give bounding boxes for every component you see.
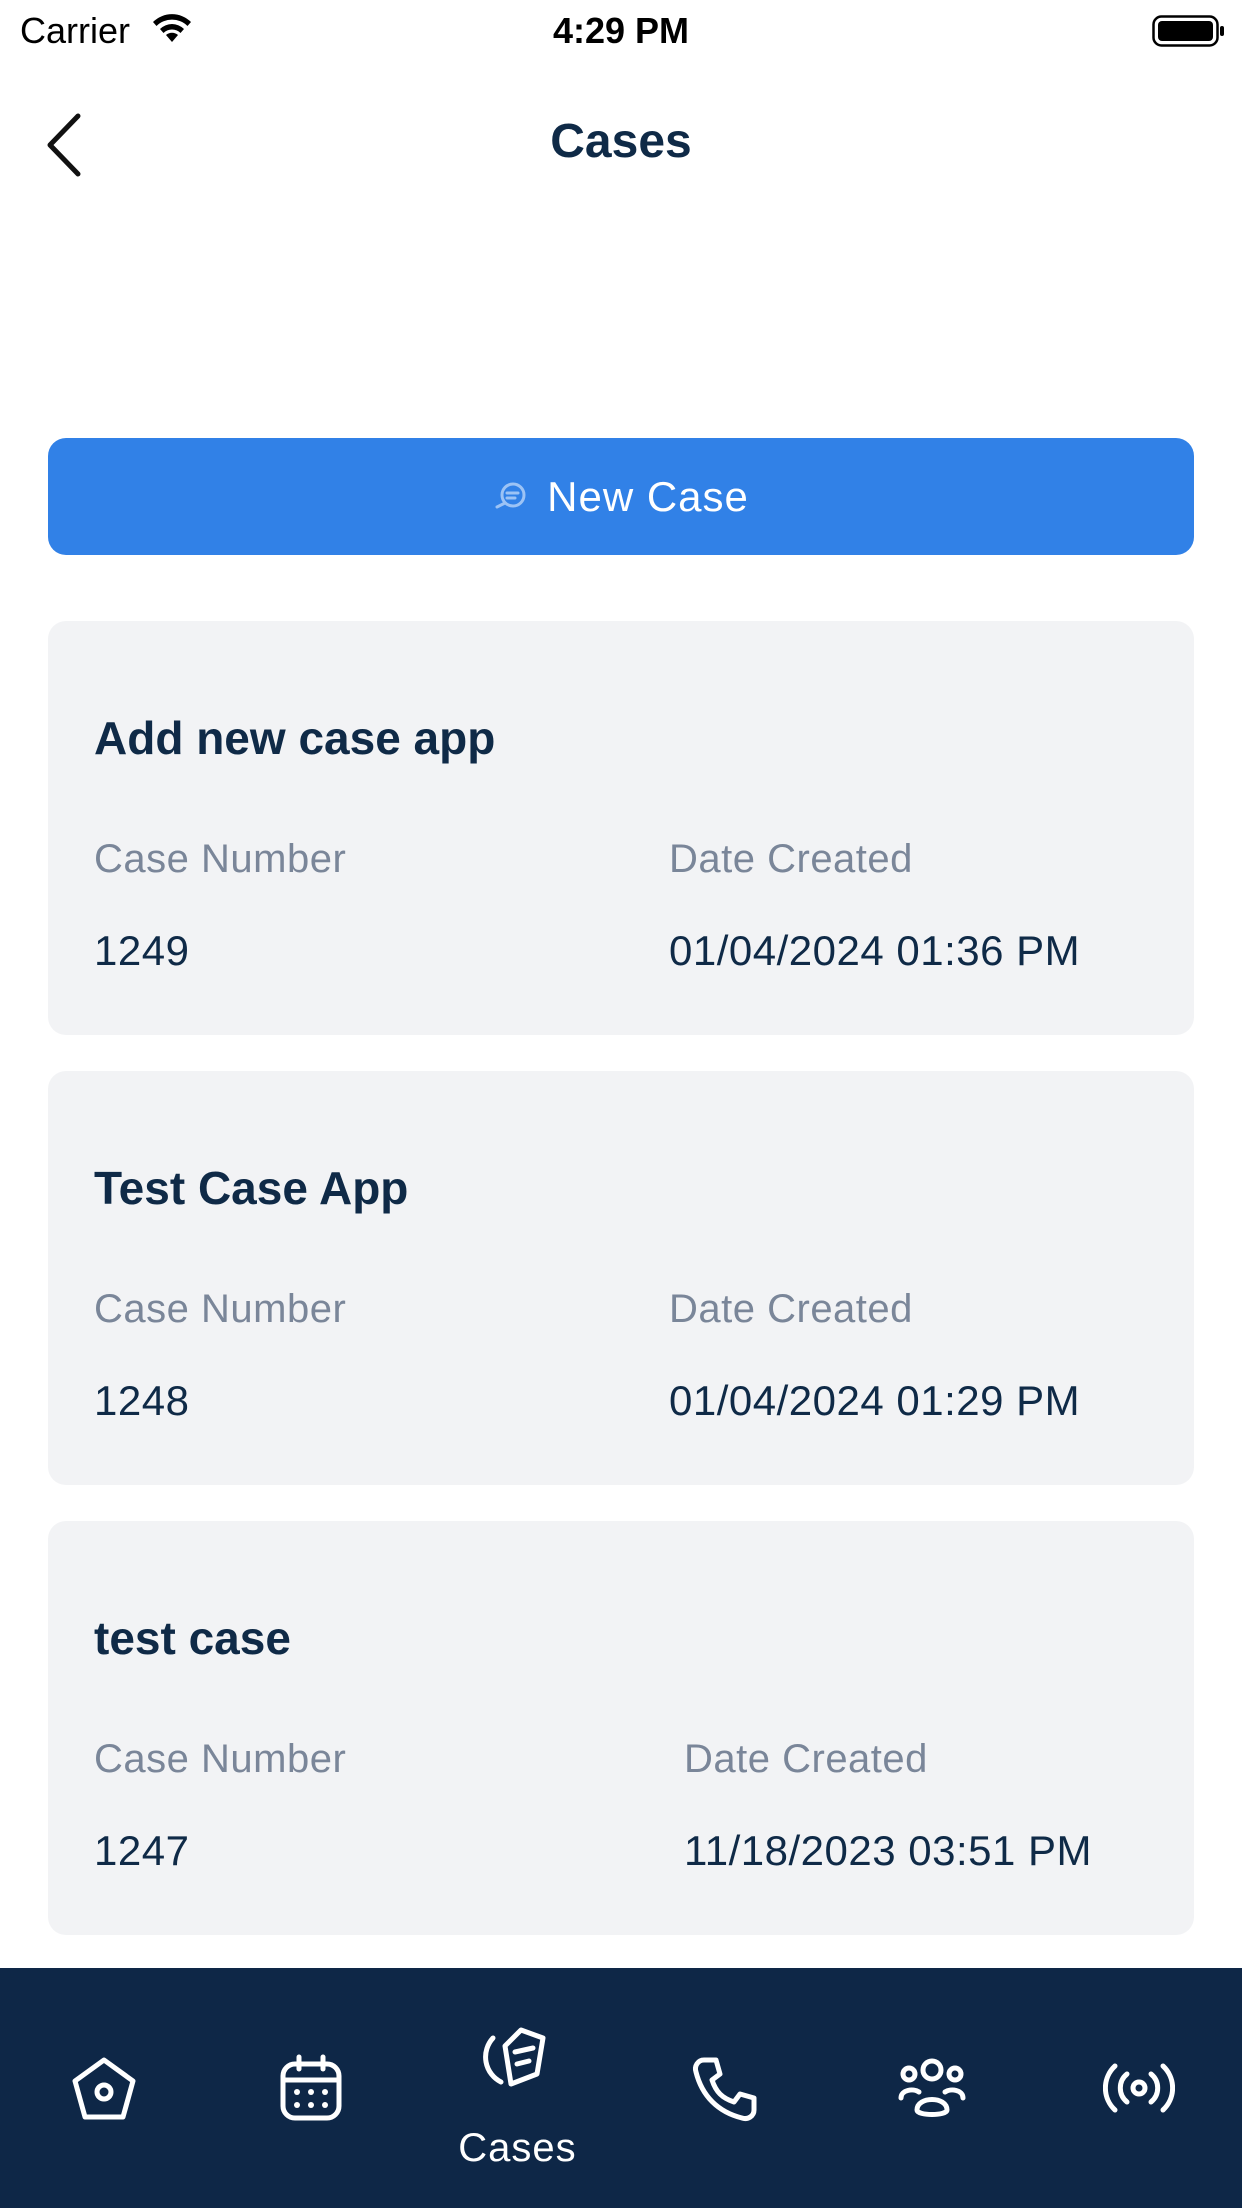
date-created-label: Date Created — [669, 1287, 913, 1331]
tab-calendar[interactable] — [207, 1968, 414, 2208]
case-number-label: Case Number — [94, 1737, 347, 1781]
new-case-button[interactable]: New Case — [48, 438, 1194, 555]
date-created-value: 01/04/2024 01:36 PM — [669, 927, 1081, 974]
new-case-icon — [495, 482, 526, 508]
case-number-value: 1247 — [94, 1827, 190, 1874]
new-case-label: New Case — [547, 472, 749, 520]
case-number-label: Case Number — [94, 1287, 347, 1331]
case-title: Test Case App — [94, 1162, 409, 1214]
case-number-label: Case Number — [94, 837, 347, 881]
tab-broadcast[interactable] — [1035, 1968, 1242, 2208]
phone-icon — [692, 2057, 756, 2121]
case-card[interactable]: Test Case App Case Number Date Created 1… — [48, 1071, 1194, 1485]
case-title: Add new case app — [94, 712, 496, 764]
date-created-label: Date Created — [684, 1737, 928, 1781]
people-icon — [898, 2058, 965, 2117]
case-number-value: 1248 — [94, 1377, 190, 1424]
home-icon — [72, 2057, 135, 2120]
calendar-icon — [280, 2054, 341, 2121]
status-bar: Carrier 4:29 PM — [0, 0, 1242, 62]
tab-cases-label: Cases — [458, 2126, 577, 2170]
cases-icon — [482, 2027, 545, 2087]
case-card[interactable]: Add new case app Case Number Date Create… — [48, 621, 1194, 1035]
tab-people[interactable] — [828, 1968, 1035, 2208]
date-created-value: 01/04/2024 01:29 PM — [669, 1377, 1081, 1424]
date-created-label: Date Created — [669, 837, 913, 881]
page-title: Cases — [550, 115, 692, 168]
battery-icon — [1152, 15, 1224, 47]
status-time: 4:29 PM — [552, 10, 690, 51]
case-number-value: 1249 — [94, 927, 190, 974]
case-title: test case — [94, 1612, 291, 1664]
case-card[interactable]: test case Case Number Date Created 1247 … — [48, 1521, 1194, 1935]
tab-home[interactable] — [0, 1968, 207, 2208]
tab-cases[interactable]: Cases — [414, 1968, 621, 2208]
broadcast-icon — [1102, 2063, 1175, 2113]
date-created-value: 11/18/2023 03:51 PM — [684, 1827, 1093, 1874]
tab-bar: Cases — [0, 1968, 1242, 2208]
tab-phone[interactable] — [621, 1968, 828, 2208]
